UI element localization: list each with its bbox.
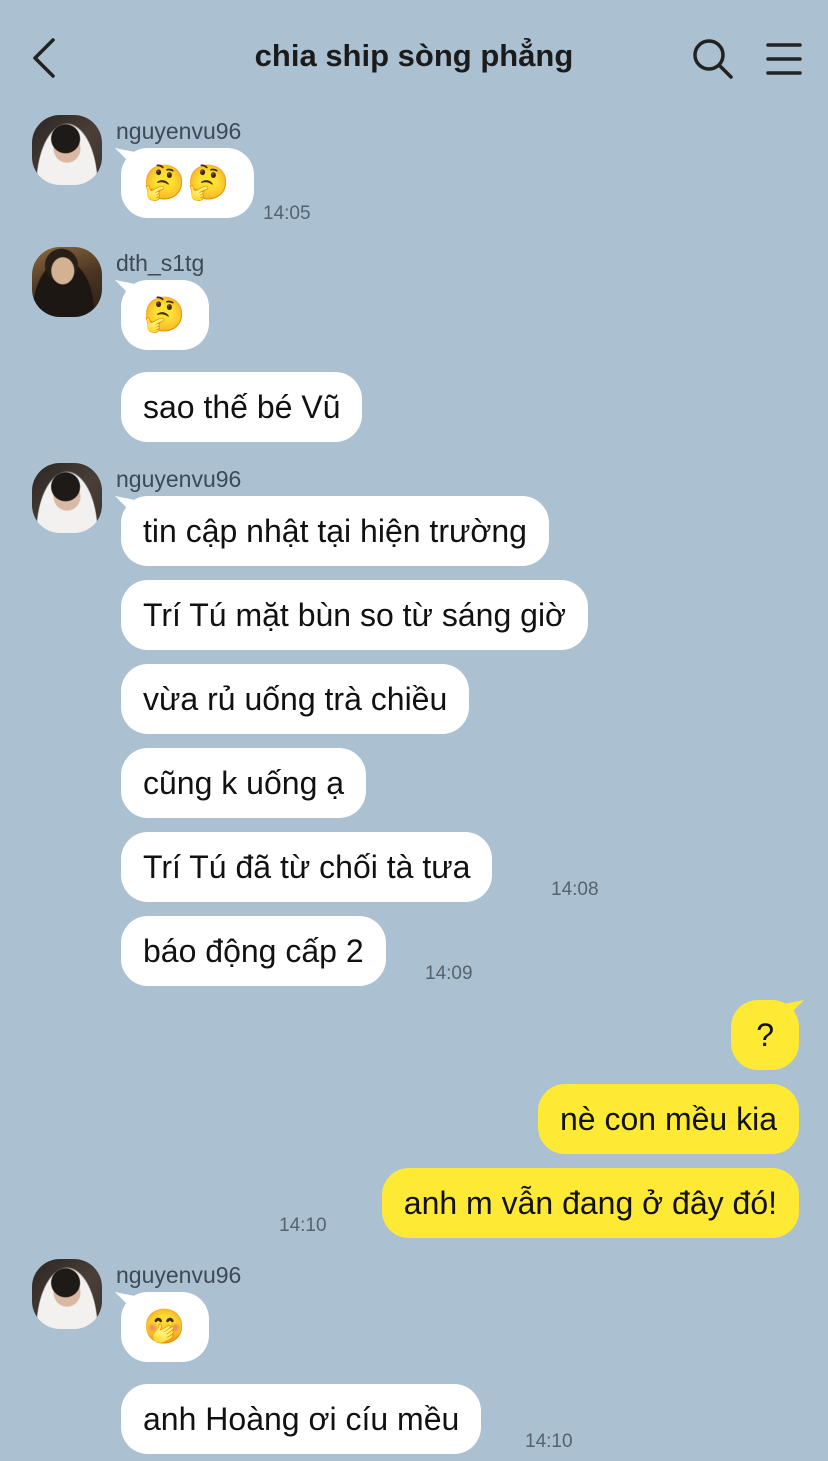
- message-bubble[interactable]: Trí Tú đã từ chối tà tưa: [121, 832, 493, 902]
- sender-name: dth_s1tg: [116, 250, 205, 276]
- hamburger-menu-icon: [766, 43, 802, 75]
- sender-name: nguyenvu96: [116, 466, 242, 492]
- message-text: 🤔🤔: [143, 164, 232, 202]
- sender-name: nguyenvu96: [116, 118, 242, 144]
- message-bubble[interactable]: ?: [731, 1000, 799, 1070]
- message-bubble[interactable]: nè con mều kia: [537, 1084, 799, 1154]
- message-text: cũng k uống ạ: [143, 764, 345, 801]
- message-text: anh m vẫn đang ở đây đó!: [403, 1184, 777, 1221]
- message-bubble[interactable]: vừa rủ uống trà chiều: [121, 664, 470, 734]
- message-text: 🤭: [143, 1308, 188, 1346]
- search-icon: [693, 39, 733, 79]
- message-bubble[interactable]: anh Hoàng ơi cíu mều: [121, 1384, 482, 1454]
- chat-title: chia ship sòng phẳng: [254, 38, 574, 73]
- message-bubble[interactable]: báo động cấp 2: [121, 916, 386, 986]
- avatar-nguyenvu96[interactable]: [32, 115, 102, 185]
- message-bubble[interactable]: 🤔🤔: [121, 148, 254, 218]
- message-bubble[interactable]: 🤭: [121, 1292, 210, 1362]
- avatar-nguyenvu96[interactable]: [32, 463, 102, 533]
- back-button[interactable]: [24, 36, 64, 80]
- message-text: Trí Tú đã từ chối tà tưa: [143, 848, 471, 885]
- message-bubble[interactable]: cũng k uống ạ: [121, 748, 367, 818]
- message-text: tin cập nhật tại hiện trường: [143, 512, 527, 549]
- message-text: vừa rủ uống trà chiều: [143, 680, 448, 717]
- message-time: 14:10: [279, 1215, 327, 1236]
- message-text: 🤔: [143, 296, 188, 334]
- message-time: 14:10: [525, 1431, 573, 1452]
- message-text: Trí Tú mặt bùn so từ sáng giờ: [143, 596, 567, 633]
- avatar-dth_s1tg[interactable]: [32, 247, 102, 317]
- chat-header: chia ship sòng phẳng: [0, 0, 828, 115]
- message-text: sao thế bé Vũ: [143, 388, 341, 425]
- message-time: 14:05: [263, 203, 311, 224]
- message-bubble[interactable]: anh m vẫn đang ở đây đó!: [381, 1168, 799, 1238]
- chevron-left-icon: [33, 38, 55, 78]
- message-text: anh Hoàng ơi cíu mều: [143, 1400, 460, 1437]
- message-bubble[interactable]: sao thế bé Vũ: [121, 372, 363, 442]
- message-bubble[interactable]: Trí Tú mặt bùn so từ sáng giờ: [121, 580, 589, 650]
- message-time: 14:09: [425, 963, 473, 984]
- avatar-nguyenvu96[interactable]: [32, 1259, 102, 1329]
- sender-name: nguyenvu96: [116, 1262, 242, 1288]
- search-button[interactable]: [690, 36, 736, 82]
- message-text: báo động cấp 2: [143, 932, 364, 969]
- message-time: 14:08: [551, 879, 599, 900]
- message-bubble[interactable]: 🤔: [121, 280, 210, 350]
- message-bubble[interactable]: tin cập nhật tại hiện trường: [121, 496, 549, 566]
- message-text: ?: [756, 1016, 774, 1053]
- message-text: nè con mều kia: [559, 1100, 777, 1137]
- menu-button[interactable]: [764, 40, 804, 78]
